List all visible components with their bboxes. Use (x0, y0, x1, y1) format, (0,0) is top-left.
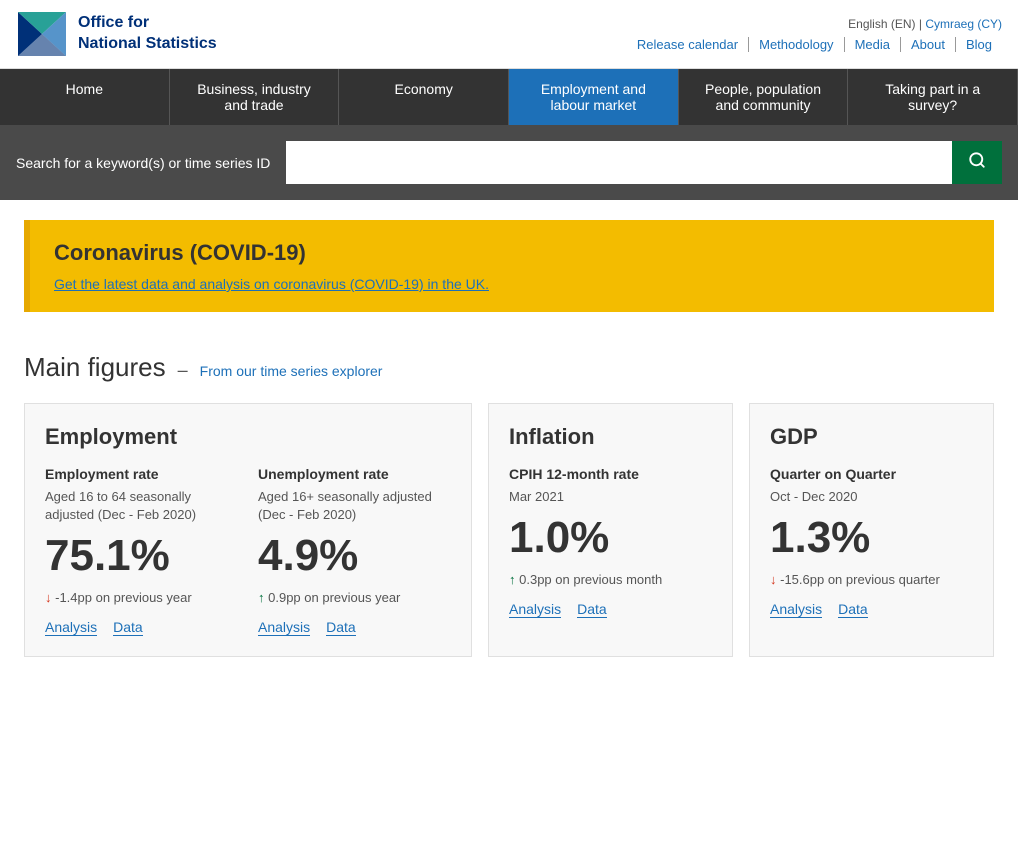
inflation-sub: Mar 2021 (509, 488, 712, 506)
top-nav-links: Release calendar Methodology Media About… (627, 37, 1002, 52)
gdp-links: Analysis Data (770, 601, 973, 618)
lang-welsh-link[interactable]: Cymraeg (CY) (925, 17, 1002, 31)
logo-area: Office for National Statistics (16, 8, 217, 60)
gdp-change: ↓ -15.6pp on previous quarter (770, 571, 973, 589)
inflation-links: Analysis Data (509, 601, 712, 618)
unemployment-rate-change: ↑ 0.9pp on previous year (258, 589, 451, 607)
unemployment-rate-arrow: ↑ (258, 590, 265, 605)
unemployment-rate-label: Unemployment rate (258, 466, 451, 482)
unemployment-rate-value: 4.9% (258, 532, 451, 580)
employment-rate-analysis-link[interactable]: Analysis (45, 619, 97, 636)
nav-methodology[interactable]: Methodology (749, 37, 844, 52)
main-figures-header: Main figures – From our time series expl… (24, 352, 994, 383)
employment-card-inner: Employment rate Aged 16 to 64 seasonally… (45, 466, 451, 636)
main-nav: Home Business, industry and trade Econom… (0, 69, 1018, 125)
employment-rate-label: Employment rate (45, 466, 238, 482)
search-icon (968, 151, 986, 169)
employment-rate-data-link[interactable]: Data (113, 619, 143, 636)
nav-business[interactable]: Business, industry and trade (170, 69, 340, 125)
cards-row: Employment Employment rate Aged 16 to 64… (24, 403, 994, 657)
search-button[interactable] (952, 141, 1002, 184)
covid-banner: Coronavirus (COVID-19) Get the latest da… (24, 220, 994, 312)
gdp-section: Quarter on Quarter Oct - Dec 2020 1.3% ↓… (770, 466, 973, 618)
inflation-change: ↑ 0.3pp on previous month (509, 571, 712, 589)
search-input[interactable] (286, 141, 952, 184)
heading-divider: – (178, 360, 188, 381)
employment-rate-change: ↓ -1.4pp on previous year (45, 589, 238, 607)
gdp-card-title: GDP (770, 424, 973, 450)
inflation-card: Inflation CPIH 12-month rate Mar 2021 1.… (488, 403, 733, 657)
top-bar: Office for National Statistics English (… (0, 0, 1018, 69)
nav-people[interactable]: People, population and community (679, 69, 849, 125)
language-bar: English (EN) | Cymraeg (CY) (627, 17, 1002, 31)
gdp-sub: Oct - Dec 2020 (770, 488, 973, 506)
search-bar: Search for a keyword(s) or time series I… (0, 125, 1018, 200)
nav-employment[interactable]: Employment and labour market (509, 69, 679, 125)
unemployment-rate-data-link[interactable]: Data (326, 619, 356, 636)
inflation-label: CPIH 12-month rate (509, 466, 712, 482)
employment-rate-section: Employment rate Aged 16 to 64 seasonally… (45, 466, 238, 636)
employment-rate-value: 75.1% (45, 532, 238, 580)
gdp-value: 1.3% (770, 514, 973, 562)
inflation-data-link[interactable]: Data (577, 601, 607, 618)
inflation-change-text: 0.3pp on previous month (519, 572, 662, 587)
gdp-data-link[interactable]: Data (838, 601, 868, 618)
top-right: English (EN) | Cymraeg (CY) Release cale… (627, 17, 1002, 52)
main-content: Main figures – From our time series expl… (0, 332, 1018, 677)
gdp-change-text: -15.6pp on previous quarter (780, 572, 940, 587)
gdp-arrow: ↓ (770, 572, 777, 587)
covid-link[interactable]: Get the latest data and analysis on coro… (54, 276, 489, 292)
nav-media[interactable]: Media (845, 37, 901, 52)
employment-rate-change-text: -1.4pp on previous year (55, 590, 192, 605)
gdp-card: GDP Quarter on Quarter Oct - Dec 2020 1.… (749, 403, 994, 657)
gdp-label: Quarter on Quarter (770, 466, 973, 482)
unemployment-rate-section: Unemployment rate Aged 16+ seasonally ad… (258, 466, 451, 636)
search-input-wrap (286, 141, 1002, 184)
employment-card: Employment Employment rate Aged 16 to 64… (24, 403, 472, 657)
unemployment-rate-change-text: 0.9pp on previous year (268, 590, 400, 605)
logo-text: Office for National Statistics (78, 13, 217, 55)
ons-logo-icon (16, 8, 68, 60)
employment-rate-links: Analysis Data (45, 619, 238, 636)
main-figures-heading: Main figures (24, 352, 166, 383)
employment-rate-sub: Aged 16 to 64 seasonally adjusted (Dec -… (45, 488, 238, 524)
time-series-explorer-link[interactable]: From our time series explorer (200, 363, 383, 379)
nav-about[interactable]: About (901, 37, 956, 52)
employment-card-title: Employment (45, 424, 451, 450)
gdp-analysis-link[interactable]: Analysis (770, 601, 822, 618)
employment-rate-arrow: ↓ (45, 590, 52, 605)
covid-title: Coronavirus (COVID-19) (54, 240, 970, 266)
unemployment-rate-sub: Aged 16+ seasonally adjusted (Dec - Feb … (258, 488, 451, 524)
lang-english: English (EN) (848, 17, 915, 31)
inflation-section: CPIH 12-month rate Mar 2021 1.0% ↑ 0.3pp… (509, 466, 712, 618)
unemployment-rate-links: Analysis Data (258, 619, 451, 636)
inflation-arrow: ↑ (509, 572, 516, 587)
nav-home[interactable]: Home (0, 69, 170, 125)
inflation-card-title: Inflation (509, 424, 712, 450)
nav-survey[interactable]: Taking part in a survey? (848, 69, 1018, 125)
nav-release-calendar[interactable]: Release calendar (627, 37, 749, 52)
search-label: Search for a keyword(s) or time series I… (16, 155, 270, 171)
inflation-value: 1.0% (509, 514, 712, 562)
nav-blog[interactable]: Blog (956, 37, 1002, 52)
unemployment-rate-analysis-link[interactable]: Analysis (258, 619, 310, 636)
inflation-analysis-link[interactable]: Analysis (509, 601, 561, 618)
nav-economy[interactable]: Economy (339, 69, 509, 125)
